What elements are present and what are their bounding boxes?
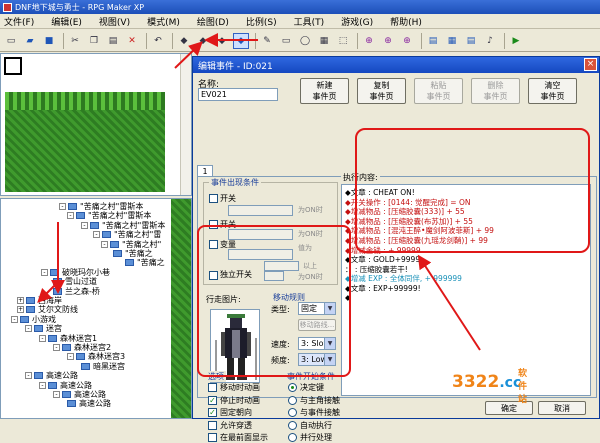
trigger-radio[interactable]	[288, 433, 297, 442]
watermark-site: 软件站	[518, 369, 528, 405]
trigger-label: 并行处理	[300, 433, 332, 442]
option-checkbox[interactable]	[208, 433, 217, 442]
option-label: 在最前面显示	[220, 433, 268, 442]
trigger-label: 自动执行	[300, 420, 332, 430]
option-label: 允许穿透	[220, 420, 252, 430]
site-watermark: 3322.cc 软件站	[452, 369, 527, 405]
annotation-arrows	[37, 33, 481, 351]
trigger-radio[interactable]	[288, 420, 297, 430]
option-checkbox[interactable]	[208, 420, 217, 430]
watermark-number: 3322	[452, 372, 500, 392]
